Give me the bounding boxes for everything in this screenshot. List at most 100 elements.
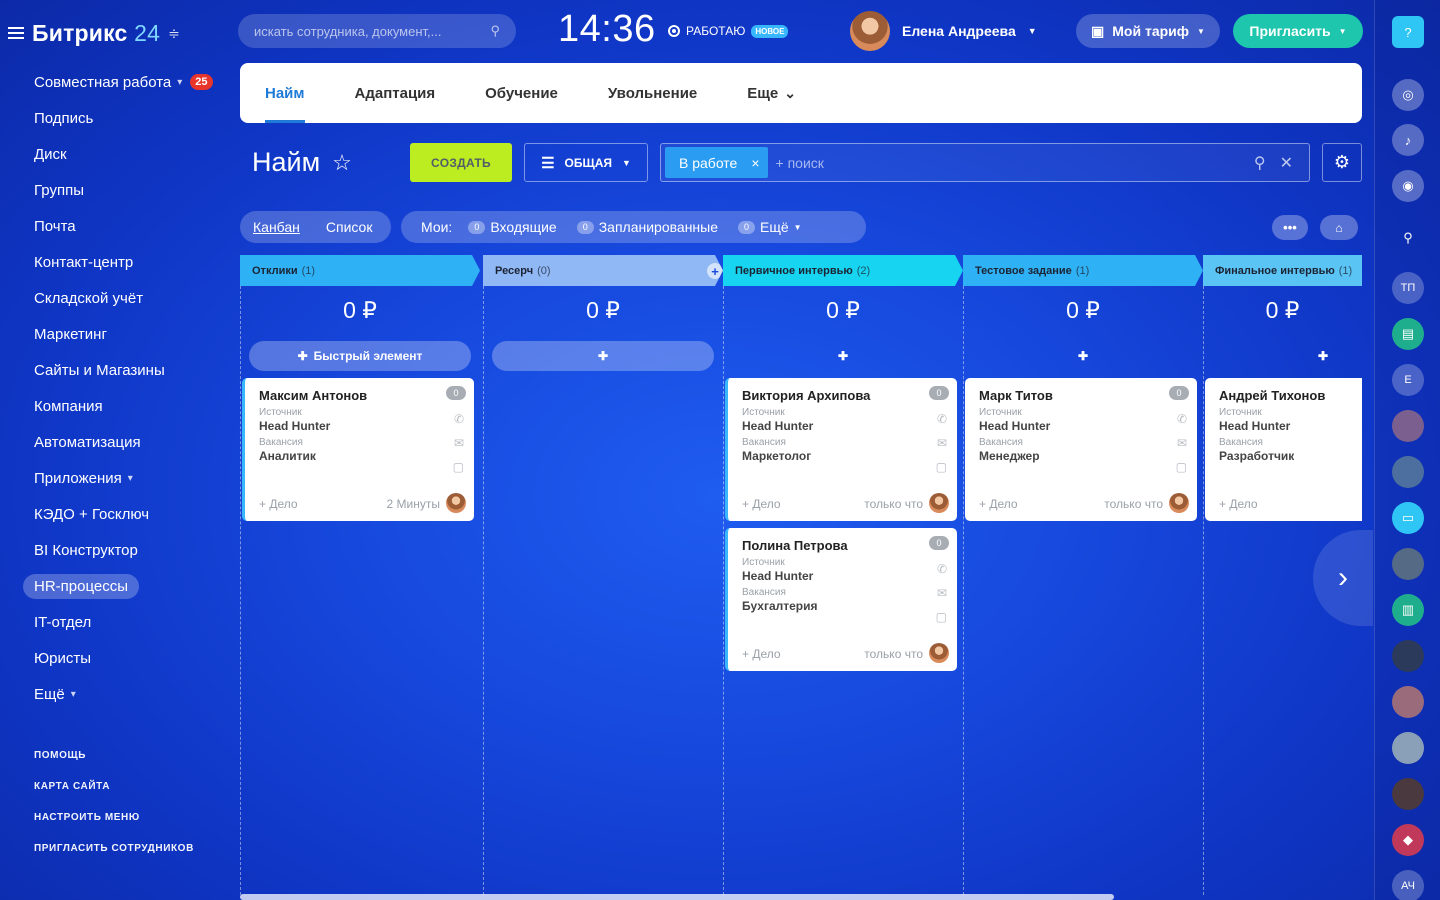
group-icon[interactable]: ◆ [1392, 824, 1424, 856]
tab-item[interactable]: Увольнение [608, 63, 697, 123]
quick-add-button[interactable]: ✚ [732, 341, 954, 371]
sidebar-item[interactable]: Юристы [34, 640, 224, 676]
robot-button[interactable]: ⌂ [1320, 215, 1358, 240]
user-menu[interactable]: Елена Андреева ▼ [850, 11, 1037, 51]
planned-counter[interactable]: 0 Запланированные [576, 219, 718, 235]
avatar[interactable] [1392, 686, 1424, 718]
more-counter[interactable]: 0 Ещё ▼ [738, 219, 802, 235]
target-icon[interactable]: ◎ [1392, 79, 1424, 111]
add-activity-link[interactable]: + Дело [742, 647, 781, 661]
chat-icon[interactable]: ▢ [1176, 460, 1187, 474]
sidebar-item[interactable]: HR-процессы [23, 568, 224, 604]
column-header[interactable]: Первичное интервью (2) [723, 255, 963, 286]
deal-card[interactable]: Максим Антонов Источник Head Hunter Ваканси… [242, 378, 474, 521]
deal-card[interactable]: Виктория Архипова Источник Head Hunter Вака… [725, 378, 957, 521]
column-header[interactable]: Финальное интервью (1) [1203, 255, 1362, 286]
avatar-initials[interactable]: E [1392, 364, 1424, 396]
sidebar-item[interactable]: Почта [34, 208, 224, 244]
add-activity-link[interactable]: + Дело [979, 497, 1018, 511]
tab-item[interactable]: Адаптация [355, 63, 436, 123]
more-button[interactable]: ••• [1272, 215, 1308, 240]
close-icon[interactable]: × [751, 155, 759, 171]
mail-icon[interactable]: ✉ [454, 436, 464, 450]
phone-icon[interactable]: ✆ [937, 412, 947, 426]
sidebar-item[interactable]: Совместная работа ▾ 25 [34, 64, 224, 100]
create-button[interactable]: СОЗДАТЬ [410, 143, 512, 182]
sidebar-item[interactable]: IT-отдел [34, 604, 224, 640]
quick-add-button[interactable]: ✚ Быстрый элемент [249, 341, 471, 371]
tab-item[interactable]: Обучение [485, 63, 558, 123]
sidebar-item[interactable]: Группы [34, 172, 224, 208]
bell-icon[interactable]: ♪ [1392, 124, 1424, 156]
tariff-button[interactable]: ▣ Мой тариф ▼ [1076, 14, 1220, 48]
star-icon[interactable]: ☆ [332, 150, 352, 176]
incoming-counter[interactable]: 0 Входящие [468, 219, 557, 235]
quick-add-button[interactable]: ✚ [1212, 341, 1362, 371]
phone-icon[interactable]: ✆ [454, 412, 464, 426]
filter-search[interactable]: В работе × + поиск ⚲ ✕ [660, 143, 1310, 182]
avatar[interactable] [1392, 640, 1424, 672]
help-icon[interactable]: ? [1392, 16, 1424, 48]
deal-card[interactable]: Марк Титов Источник Head Hunter Вакансия Мен… [965, 378, 1197, 521]
chat-bubble-icon[interactable]: ▭ [1392, 502, 1424, 534]
sidebar-footer-link[interactable]: КАРТА САЙТА [34, 771, 194, 802]
mail-icon[interactable]: ✉ [937, 436, 947, 450]
chat-icon[interactable]: ◉ [1392, 170, 1424, 202]
chat-icon[interactable]: ▢ [936, 610, 947, 624]
search-icon[interactable]: ⚲ [1392, 222, 1424, 254]
avatar[interactable] [1392, 732, 1424, 764]
horizontal-scrollbar[interactable] [240, 894, 1114, 900]
settings-button[interactable]: ⚙ [1322, 143, 1362, 182]
preset-dropdown[interactable]: ☰ ОБЩАЯ ▼ [524, 143, 648, 182]
quick-add-button[interactable]: ✚ [972, 341, 1194, 371]
mail-icon[interactable]: ✉ [1177, 436, 1187, 450]
deal-card[interactable]: Андрей Тихонов Источник Head Hunter Ваканси… [1205, 378, 1362, 521]
filter-tag[interactable]: В работе × [665, 147, 768, 178]
sidebar-item[interactable]: BI Конструктор [34, 532, 224, 568]
phone-icon[interactable]: ✆ [1177, 412, 1187, 426]
search-icon[interactable]: ⚲ [490, 23, 500, 39]
logo[interactable]: Битрикс 24 [32, 20, 160, 47]
add-activity-link[interactable]: + Дело [1219, 497, 1258, 511]
column-header[interactable]: Ресерч (0) + [483, 255, 723, 286]
add-activity-link[interactable]: + Дело [259, 497, 298, 511]
sidebar-item[interactable]: Ещё ▾ [34, 676, 224, 712]
sidebar-footer-link[interactable]: НАСТРОИТЬ МЕНЮ [34, 802, 194, 833]
view-list[interactable]: Список [326, 219, 373, 235]
view-kanban[interactable]: Канбан [253, 219, 300, 235]
tab-item[interactable]: Еще ⌄ [747, 63, 796, 123]
sidebar-item[interactable]: Приложения ▾ [34, 460, 224, 496]
sidebar-footer-link[interactable]: ПОМОЩЬ [34, 740, 194, 771]
avatar[interactable] [1392, 410, 1424, 442]
column-header[interactable]: Тестовое задание (1) [963, 255, 1203, 286]
settings-sliders-icon[interactable]: ≑ [168, 25, 180, 42]
chat-icon[interactable]: ▢ [936, 460, 947, 474]
phone-icon[interactable]: ✆ [937, 562, 947, 576]
avatar[interactable] [1392, 778, 1424, 810]
contact-card-icon[interactable]: ▤ [1392, 318, 1424, 350]
column-header[interactable]: Отклики (1) [240, 255, 480, 286]
sidebar-item[interactable]: Контакт-центр [34, 244, 224, 280]
tab-item[interactable]: Найм [265, 63, 305, 123]
add-activity-link[interactable]: + Дело [742, 497, 781, 511]
filter-input[interactable]: + поиск [776, 155, 1254, 171]
invite-button[interactable]: Пригласить ▼ [1233, 14, 1363, 48]
avatar-initials[interactable]: ТП [1392, 272, 1424, 304]
sidebar-item[interactable]: Автоматизация [34, 424, 224, 460]
add-stage-icon[interactable]: + [707, 263, 723, 279]
avatar[interactable] [1392, 548, 1424, 580]
sidebar-item[interactable]: Складской учёт [34, 280, 224, 316]
sidebar-item[interactable]: КЭДО + Госключ [34, 496, 224, 532]
sidebar-item[interactable]: Сайты и Магазины [34, 352, 224, 388]
avatar-initials[interactable]: АЧ [1392, 870, 1424, 900]
mail-icon[interactable]: ✉ [937, 586, 947, 600]
sidebar-item[interactable]: Компания [34, 388, 224, 424]
sidebar-footer-link[interactable]: ПРИГЛАСИТЬ СОТРУДНИКОВ [34, 833, 194, 864]
search-icon[interactable]: ⚲ [1254, 153, 1266, 173]
global-search-input[interactable]: искать сотрудника, документ,... ⚲ [238, 14, 516, 48]
clear-icon[interactable]: ✕ [1280, 153, 1293, 173]
document-icon[interactable]: ▥ [1392, 594, 1424, 626]
chat-icon[interactable]: ▢ [453, 460, 464, 474]
avatar[interactable] [1392, 456, 1424, 488]
sidebar-item[interactable]: Диск [34, 136, 224, 172]
